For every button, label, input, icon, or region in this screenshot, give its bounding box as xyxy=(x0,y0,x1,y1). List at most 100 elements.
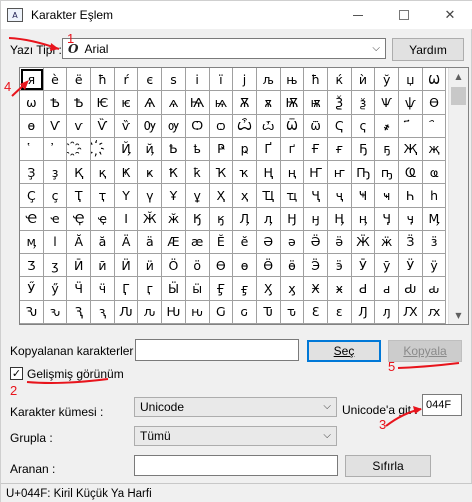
char-cell[interactable]: ҏ xyxy=(233,137,257,161)
char-cell[interactable]: Ҽ xyxy=(20,207,44,231)
char-cell[interactable]: Ѽ xyxy=(233,114,257,138)
char-cell[interactable]: Ԃ xyxy=(399,277,423,301)
char-cell[interactable]: Ӊ xyxy=(327,207,352,231)
char-cell[interactable]: Ѻ xyxy=(185,114,210,138)
char-cell[interactable]: қ xyxy=(91,161,115,185)
char-cell[interactable]: ӛ xyxy=(327,230,352,254)
char-cell[interactable]: Ԏ xyxy=(256,300,281,324)
char-cell[interactable]: Ә xyxy=(256,230,281,254)
char-cell[interactable]: ҂ xyxy=(375,114,399,138)
char-cell[interactable]: Ӕ xyxy=(162,230,186,254)
char-cell[interactable]: ҁ xyxy=(351,114,376,138)
char-cell[interactable]: ҃ xyxy=(399,114,423,138)
scroll-up-icon[interactable]: ▲ xyxy=(449,68,468,85)
char-cell[interactable]: ѧ xyxy=(162,91,186,115)
char-cell[interactable]: Ԇ xyxy=(67,300,92,324)
char-cell[interactable]: ӿ xyxy=(327,277,352,301)
char-cell[interactable]: Һ xyxy=(399,184,423,208)
char-cell[interactable]: Ҵ xyxy=(256,184,281,208)
char-cell[interactable]: Ү xyxy=(114,184,139,208)
char-cell[interactable]: Ӏ xyxy=(114,207,139,231)
char-cell[interactable]: ҧ xyxy=(375,161,399,185)
char-cell[interactable]: ԓ xyxy=(375,300,399,324)
char-cell[interactable]: Ұ xyxy=(162,184,186,208)
char-cell[interactable]: Ԋ xyxy=(162,300,186,324)
char-cell[interactable]: ӷ xyxy=(138,277,163,301)
char-cell[interactable]: Ѫ xyxy=(233,91,257,115)
char-cell[interactable]: ѥ xyxy=(114,91,139,115)
char-cell[interactable]: Қ xyxy=(67,161,92,185)
char-cell[interactable]: ӆ xyxy=(256,207,281,231)
char-cell[interactable]: ѫ xyxy=(256,91,281,115)
char-cell[interactable]: ԉ xyxy=(138,300,163,324)
char-cell[interactable]: Ӥ xyxy=(114,254,139,278)
char-cell[interactable]: ӵ xyxy=(91,277,115,301)
char-cell[interactable]: ӟ xyxy=(422,230,447,254)
char-cell[interactable]: ҭ xyxy=(91,184,115,208)
char-cell[interactable]: ԃ xyxy=(422,277,447,301)
char-cell[interactable]: Җ xyxy=(399,137,423,161)
char-cell[interactable]: Ԕ xyxy=(399,300,423,324)
char-cell[interactable]: Ѹ xyxy=(138,114,163,138)
advanced-view-label[interactable]: Gelişmiş görünüm xyxy=(27,367,124,381)
char-cell[interactable]: Ҁ xyxy=(327,114,352,138)
char-cell[interactable]: ԁ xyxy=(375,277,399,301)
char-cell[interactable]: Ӱ xyxy=(399,254,423,278)
help-button[interactable]: Yardım xyxy=(392,38,464,61)
char-cell[interactable]: ҽ xyxy=(43,207,68,231)
char-cell[interactable]: Ӑ xyxy=(67,230,92,254)
char-cell[interactable]: Ң xyxy=(256,161,281,185)
char-cell[interactable]: ӹ xyxy=(185,277,210,301)
char-cell[interactable]: ҙ xyxy=(43,161,68,185)
vertical-scrollbar[interactable]: ▲ ▼ xyxy=(448,68,468,324)
char-cell[interactable]: Ѱ xyxy=(375,91,399,115)
char-cell[interactable]: Ӛ xyxy=(304,230,328,254)
char-cell[interactable]: џ xyxy=(399,68,423,92)
char-cell[interactable]: Ѣ xyxy=(43,91,68,115)
char-cell[interactable]: ӈ xyxy=(304,207,328,231)
char-cell[interactable]: ҡ xyxy=(233,161,257,185)
char-cell[interactable]: ӣ xyxy=(91,254,115,278)
advanced-view-checkbox[interactable]: ✓ xyxy=(10,367,23,380)
char-cell[interactable]: Ѷ xyxy=(91,114,115,138)
char-cell[interactable]: ë xyxy=(67,68,92,92)
char-cell[interactable]: Ѣ xyxy=(67,91,92,115)
group-dropdown[interactable]: Tümü ⌵ xyxy=(134,426,337,446)
char-cell[interactable]: ҆ xyxy=(43,137,68,161)
char-cell[interactable]: ґ xyxy=(280,137,305,161)
char-cell[interactable]: є xyxy=(138,68,163,92)
char-cell[interactable]: i xyxy=(185,68,210,92)
char-cell[interactable]: Ѡ xyxy=(422,68,447,92)
char-cell[interactable]: ӳ xyxy=(43,277,68,301)
char-cell[interactable]: ҟ xyxy=(185,161,210,185)
char-cell[interactable]: ѳ xyxy=(20,114,44,138)
char-cell[interactable]: ѻ xyxy=(209,114,234,138)
char-cell[interactable]: ѯ xyxy=(351,91,376,115)
char-cell[interactable]: ӽ xyxy=(280,277,305,301)
char-cell[interactable]: ӝ xyxy=(375,230,399,254)
char-cell[interactable]: ҉ xyxy=(91,137,115,161)
char-cell[interactable]: җ xyxy=(422,137,447,161)
char-cell[interactable]: њ xyxy=(280,68,305,92)
reset-button[interactable]: Sıfırla xyxy=(345,455,431,477)
char-cell[interactable]: Ҧ xyxy=(351,161,376,185)
char-cell[interactable]: Ҙ xyxy=(20,161,44,185)
char-cell[interactable]: ҋ xyxy=(138,137,163,161)
char-cell[interactable]: ħ xyxy=(91,68,115,92)
char-cell[interactable]: ԍ xyxy=(233,300,257,324)
char-cell[interactable]: ѩ xyxy=(209,91,234,115)
copy-chars-input[interactable] xyxy=(135,339,299,361)
char-cell[interactable]: Ӆ xyxy=(233,207,257,231)
char-cell[interactable]: ԑ xyxy=(327,300,352,324)
char-cell[interactable]: ҩ xyxy=(422,161,447,185)
char-cell[interactable]: ҥ xyxy=(327,161,352,185)
char-cell[interactable]: ә xyxy=(280,230,305,254)
char-cell[interactable]: Ӄ xyxy=(185,207,210,231)
char-cell[interactable]: Ѩ xyxy=(185,91,210,115)
char-cell[interactable]: Ӧ xyxy=(162,254,186,278)
char-cell[interactable]: Ӳ xyxy=(20,277,44,301)
char-cell[interactable]: Ӈ xyxy=(280,207,305,231)
char-cell[interactable]: ԏ xyxy=(280,300,305,324)
char-cell[interactable]: ҹ xyxy=(375,184,399,208)
char-cell[interactable]: ӯ xyxy=(375,254,399,278)
